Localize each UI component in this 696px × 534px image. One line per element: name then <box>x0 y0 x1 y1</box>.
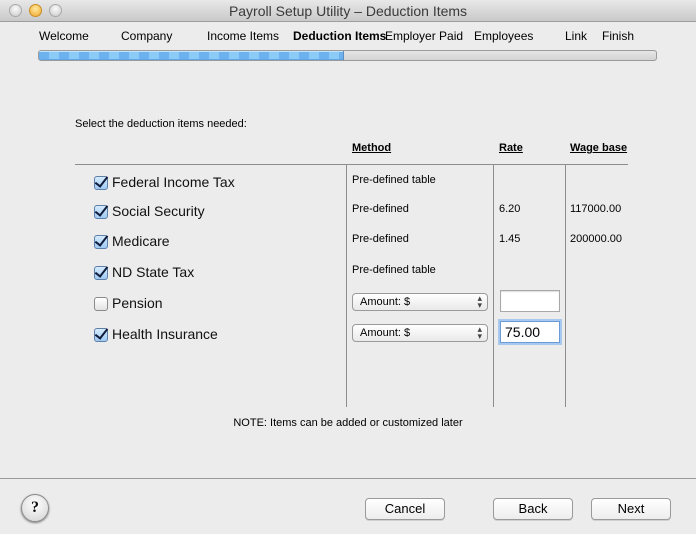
step-link: Link <box>565 29 588 43</box>
deduction-row-pension: Pension Amount: $ ▴ ▾ <box>0 290 696 317</box>
rate-input-health-insurance[interactable] <box>500 321 560 343</box>
step-employer-paid: Employer Paid <box>385 29 464 43</box>
item-label: Health Insurance <box>112 326 218 342</box>
deduction-row-nd-state-tax: ND State Tax Pre-defined table <box>0 262 696 286</box>
checkbox-federal-income-tax[interactable] <box>94 176 108 190</box>
method-text: Pre-defined <box>352 233 409 245</box>
column-header-rate: Rate <box>499 142 523 154</box>
checkbox-medicare[interactable] <box>94 235 108 249</box>
method-text: Pre-defined table <box>352 264 436 276</box>
rate-value: 1.45 <box>499 233 521 245</box>
progress-fill <box>39 51 345 60</box>
wizard-steps: Welcome Company Income Items Deduction I… <box>0 29 696 45</box>
select-value: Amount: $ <box>360 327 411 339</box>
deduction-row-medicare: Medicare Pre-defined 1.45 200000.00 <box>0 231 696 255</box>
checkbox-health-insurance[interactable] <box>94 328 108 342</box>
step-company: Company <box>121 29 173 43</box>
next-button[interactable]: Next <box>591 498 671 520</box>
rate-input-pension[interactable] <box>500 290 560 312</box>
title-bar: Payroll Setup Utility – Deduction Items <box>0 0 696 22</box>
checkbox-nd-state-tax[interactable] <box>94 266 108 280</box>
checkbox-social-security[interactable] <box>94 205 108 219</box>
item-label: ND State Tax <box>112 264 195 280</box>
method-select-pension[interactable]: Amount: $ ▴ ▾ <box>352 293 488 311</box>
method-text: Pre-defined table <box>352 174 436 186</box>
deduction-row-social-security: Social Security Pre-defined 6.20 117000.… <box>0 201 696 225</box>
step-deduction-items: Deduction Items <box>293 29 387 43</box>
select-value: Amount: $ <box>360 296 411 308</box>
method-text: Pre-defined <box>352 203 409 215</box>
table-header-divider <box>75 164 628 165</box>
cancel-button[interactable]: Cancel <box>365 498 445 520</box>
help-button[interactable]: ? <box>21 494 49 522</box>
question-mark-icon: ? <box>31 499 39 516</box>
step-finish: Finish <box>602 29 635 43</box>
wage-base-value: 117000.00 <box>570 203 622 215</box>
checkbox-pension[interactable] <box>94 297 108 311</box>
step-welcome: Welcome <box>39 29 89 43</box>
rate-value: 6.20 <box>499 203 521 215</box>
method-select-health-insurance[interactable]: Amount: $ ▴ ▾ <box>352 324 488 342</box>
progress-bar <box>38 50 657 61</box>
updown-arrows-icon: ▴ ▾ <box>477 293 482 310</box>
back-button[interactable]: Back <box>493 498 573 520</box>
step-employees: Employees <box>474 29 534 43</box>
step-income-items: Income Items <box>207 29 280 43</box>
column-header-method: Method <box>352 142 392 154</box>
instruction-text: Select the deduction items needed: <box>75 118 247 130</box>
item-label: Social Security <box>112 203 205 219</box>
updown-arrows-icon: ▴ ▾ <box>477 324 482 341</box>
note-text: NOTE: Items can be added or customized l… <box>233 417 463 429</box>
column-header-wage-base: Wage base <box>570 142 628 154</box>
deduction-row-federal-income-tax: Federal Income Tax Pre-defined table <box>0 172 696 196</box>
item-label: Pension <box>112 295 163 311</box>
footer-divider <box>0 478 696 479</box>
item-label: Medicare <box>112 233 170 249</box>
deduction-row-health-insurance: Health Insurance Amount: $ ▴ ▾ <box>0 321 696 348</box>
item-label: Federal Income Tax <box>112 174 235 190</box>
window-title: Payroll Setup Utility – Deduction Items <box>228 3 468 19</box>
wage-base-value: 200000.00 <box>570 233 622 245</box>
